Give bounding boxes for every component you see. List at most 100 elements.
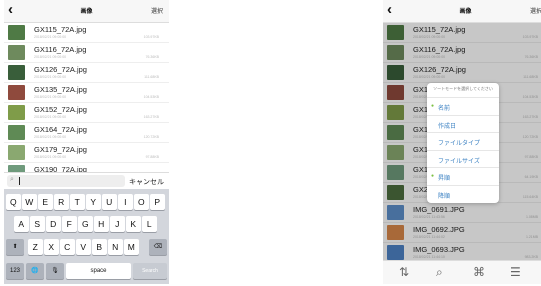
file-name: GX115_72A.jpg [34, 25, 87, 34]
sort-option[interactable]: ファイルサイズ [427, 149, 499, 168]
key-y[interactable]: Y [86, 194, 101, 210]
image-thumbnail [8, 145, 25, 160]
key-s[interactable]: S [30, 216, 45, 232]
list-item[interactable]: GX152_72A.jpg2018/02/21 09:00:00 163.27KB [4, 103, 169, 123]
key-x[interactable]: X [44, 239, 59, 255]
right-screen: ‹ 画像 選択 GX115_72A.jpg 2018/02/21 09:00:00… [383, 0, 541, 284]
key-d[interactable]: D [46, 216, 61, 232]
selected-dot-icon: ● [431, 173, 435, 179]
shift-key[interactable]: ⬆ [6, 239, 24, 255]
image-thumbnail [8, 105, 25, 120]
tab-bar: ⇅ ⌕ ⌘ ☰ [383, 260, 541, 284]
globe-key[interactable]: 🌐 [26, 263, 44, 279]
key-c[interactable]: C [60, 239, 75, 255]
backspace-key[interactable]: ⌫ [149, 239, 167, 255]
file-date: 2018/02/21 09:00:00 [34, 135, 67, 139]
navbar: ‹ 画像 選択 [4, 0, 169, 23]
image-thumbnail [8, 25, 25, 40]
search-input[interactable]: ⌕ [7, 175, 125, 187]
list-item[interactable]: GX179_72A.jpg2018/02/21 09:00:00 97.88KB [4, 143, 169, 163]
left-screen: ‹ 画像 選択 GX115_72A.jpg 2018/02/21 09:00:00… [4, 0, 169, 284]
list-icon[interactable]: ☰ [510, 265, 521, 279]
key-o[interactable]: O [134, 194, 149, 210]
file-size: 163.27KB [143, 115, 159, 119]
sort-mode-popup: ソートモードを選択してください ● 名前 作成日 ファイルタイプ ファイルサイズ ● 昇順降… [427, 83, 499, 203]
key-b[interactable]: B [92, 239, 107, 255]
key-p[interactable]: P [150, 194, 165, 210]
sort-option[interactable]: ● 名前 [427, 97, 499, 115]
file-size: 76.36KB [145, 55, 159, 59]
list-item[interactable]: GX126_72A.jpg 2018/02/21 09:00:00 111.68KB [4, 63, 169, 83]
sort-option[interactable]: 降順 [427, 184, 499, 203]
file-date: 2018/02/21 09:00:00 [34, 155, 67, 159]
key-j[interactable]: J [110, 216, 125, 232]
key-l[interactable]: L [142, 216, 157, 232]
sort-option[interactable]: 作成日 [427, 114, 499, 133]
numbers-key[interactable]: 123 [6, 263, 24, 279]
file-date: 2018/02/21 09:00:00 [34, 115, 67, 119]
image-thumbnail [8, 45, 25, 60]
list-item[interactable]: GX135_72A.jpg2018/02/21 09:00:00 104.53KB [4, 83, 169, 103]
key-a[interactable]: A [14, 216, 29, 232]
key-k[interactable]: K [126, 216, 141, 232]
sort-option-label: ファイルタイプ [438, 141, 481, 147]
file-date: 2018/02/21 09:00:00 [34, 55, 67, 59]
sort-option[interactable]: ● 昇順 [427, 167, 499, 185]
search-icon: ⌕ [10, 176, 14, 183]
key-f[interactable]: F [62, 216, 77, 232]
mic-key[interactable]: 🎙 [46, 263, 64, 279]
list-item[interactable]: GX116_72A.jpg 2018/02/21 09:00:00 76.36KB [4, 43, 169, 63]
hierarchy-icon[interactable]: ⌘ [473, 265, 485, 279]
key-g[interactable]: G [78, 216, 93, 232]
list-item[interactable]: GX164_72A.jpg2018/02/21 09:00:00 120.72KB [4, 123, 169, 143]
key-w[interactable]: W [22, 194, 37, 210]
keyboard: Q W E R T Y U I O P A S D F G H J K L ⬆ Z X C V B N M ⌫ 123 🌐 🎙 space Se… [4, 189, 169, 284]
cancel-button[interactable]: キャンセル [129, 177, 164, 187]
file-list: GX115_72A.jpg 2018/02/21 09:00:00 103.97KB… [4, 23, 169, 183]
file-date: 2018/02/21 09:00:00 [34, 75, 67, 79]
sort-option-label: 昇順 [438, 176, 451, 182]
text-caret [19, 177, 20, 185]
sort-option-label: ファイルサイズ [438, 158, 480, 165]
file-date: 2018/02/21 09:00:00 [34, 35, 67, 39]
key-h[interactable]: H [94, 216, 109, 232]
key-q[interactable]: Q [6, 194, 21, 210]
file-size: 97.88KB [145, 155, 159, 159]
sort-option-label: 名前 [438, 106, 451, 112]
sort-option-label: 降順 [438, 193, 451, 200]
file-name: GX135_72A.jpg [34, 85, 87, 94]
file-name: GX152_72A.jpg [34, 105, 87, 114]
select-button[interactable]: 選択 [151, 6, 163, 15]
image-thumbnail [8, 85, 25, 100]
image-thumbnail [8, 125, 25, 140]
key-i[interactable]: I [118, 194, 133, 210]
file-name: GX179_72A.jpg [34, 145, 87, 154]
file-date: 2018/02/21 09:00:00 [34, 95, 67, 99]
key-m[interactable]: M [124, 239, 139, 255]
file-size: 104.53KB [143, 95, 159, 99]
page-title: 画像 [80, 9, 93, 15]
space-key[interactable]: space [66, 263, 131, 279]
sort-option[interactable]: ファイルタイプ [427, 132, 499, 150]
image-thumbnail [8, 65, 25, 80]
list-item[interactable]: GX115_72A.jpg 2018/02/21 09:00:00 103.97KB [4, 23, 169, 43]
select-button[interactable]: 選択 [530, 6, 541, 15]
key-z[interactable]: Z [28, 239, 43, 255]
search-icon[interactable]: ⌕ [436, 265, 443, 279]
file-name: GX116_72A.jpg [34, 45, 87, 54]
file-size: 111.68KB [144, 75, 159, 79]
sort-icon[interactable]: ⇅ [399, 265, 409, 279]
key-e[interactable]: E [38, 194, 53, 210]
sort-option-label: 作成日 [438, 123, 457, 130]
key-v[interactable]: V [76, 239, 91, 255]
file-name: GX126_72A.jpg [34, 65, 87, 74]
file-name: GX164_72A.jpg [34, 125, 87, 134]
search-bar: ⌕ キャンセル [4, 172, 169, 189]
key-u[interactable]: U [102, 194, 117, 210]
key-r[interactable]: R [54, 194, 69, 210]
navbar: ‹ 画像 選択 [383, 0, 541, 23]
key-t[interactable]: T [70, 194, 85, 210]
popup-title: ソートモードを選択してください [433, 86, 493, 91]
key-n[interactable]: N [108, 239, 123, 255]
search-key[interactable]: Search [133, 263, 167, 279]
